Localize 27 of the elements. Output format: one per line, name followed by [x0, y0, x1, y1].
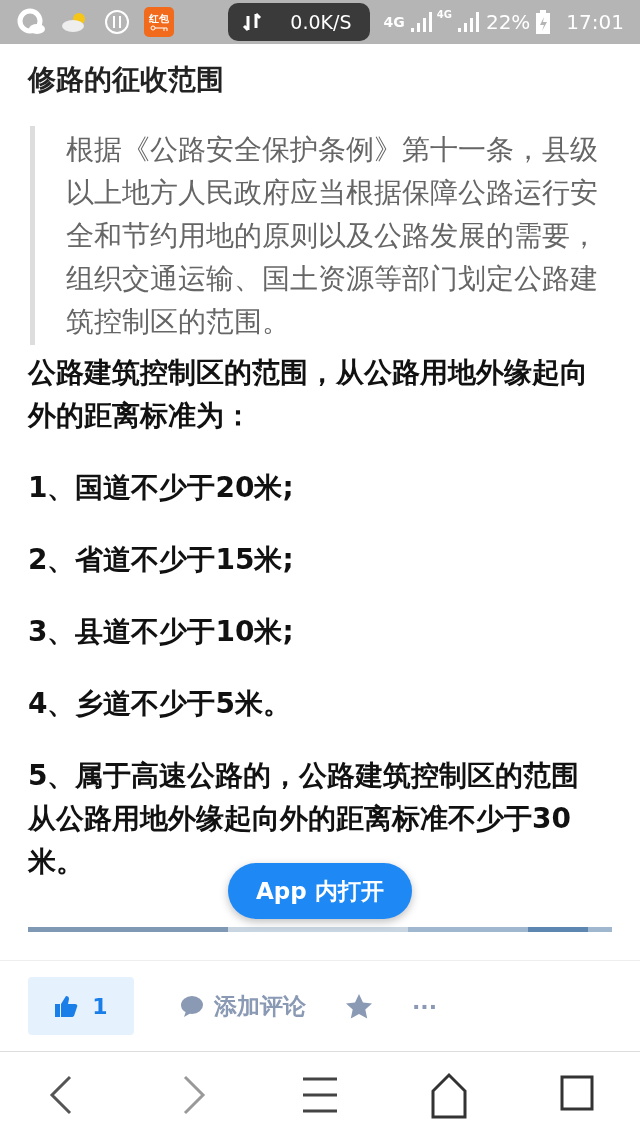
paragraph: 公路建筑控制区的范围，从公路用地外缘起向外的距离标准为：	[28, 355, 589, 434]
signal-icon	[408, 10, 433, 34]
paragraph: 2、省道不少于15米;	[28, 542, 295, 578]
paragraph: 4、乡道不少于5米。	[28, 686, 292, 722]
quote-text: 根据《公路安全保护条例》第十一条，县级以上地方人民政府应当根据保障公路运行安全和节约用地的原则以及公路发展的需要，组织交通运输、国土资源等部门划定公路建筑控制区的范围。	[66, 132, 599, 340]
packet-label: 红包	[149, 13, 169, 25]
paragraph: 3、县道不少于10米;	[28, 614, 295, 650]
paragraph: 1、国道不少于20米;	[28, 470, 295, 506]
network-type: 4G	[383, 14, 405, 30]
more-button[interactable]: ···	[412, 993, 438, 1019]
star-icon	[346, 993, 372, 1019]
add-comment-button[interactable]: 添加评论	[180, 990, 306, 1022]
browser-icon	[16, 8, 46, 36]
battery-charging-icon	[536, 10, 551, 34]
thumbs-up-icon	[54, 995, 79, 1017]
speech-bubble-icon	[180, 994, 204, 1018]
network-speed: 0.0K/S	[290, 11, 352, 33]
clock: 17:01	[566, 10, 624, 34]
key-icon	[150, 25, 168, 31]
article-title: 修路的征收范围	[28, 62, 225, 98]
like-button[interactable]: 1	[28, 977, 134, 1035]
arrows-icon	[242, 12, 263, 32]
signal-icon	[455, 10, 480, 34]
open-in-app-button[interactable]: App 内打开	[228, 863, 412, 919]
battery-percent: 22%	[485, 10, 531, 34]
network-type: 4G	[436, 9, 452, 20]
favorite-button[interactable]	[346, 993, 372, 1019]
